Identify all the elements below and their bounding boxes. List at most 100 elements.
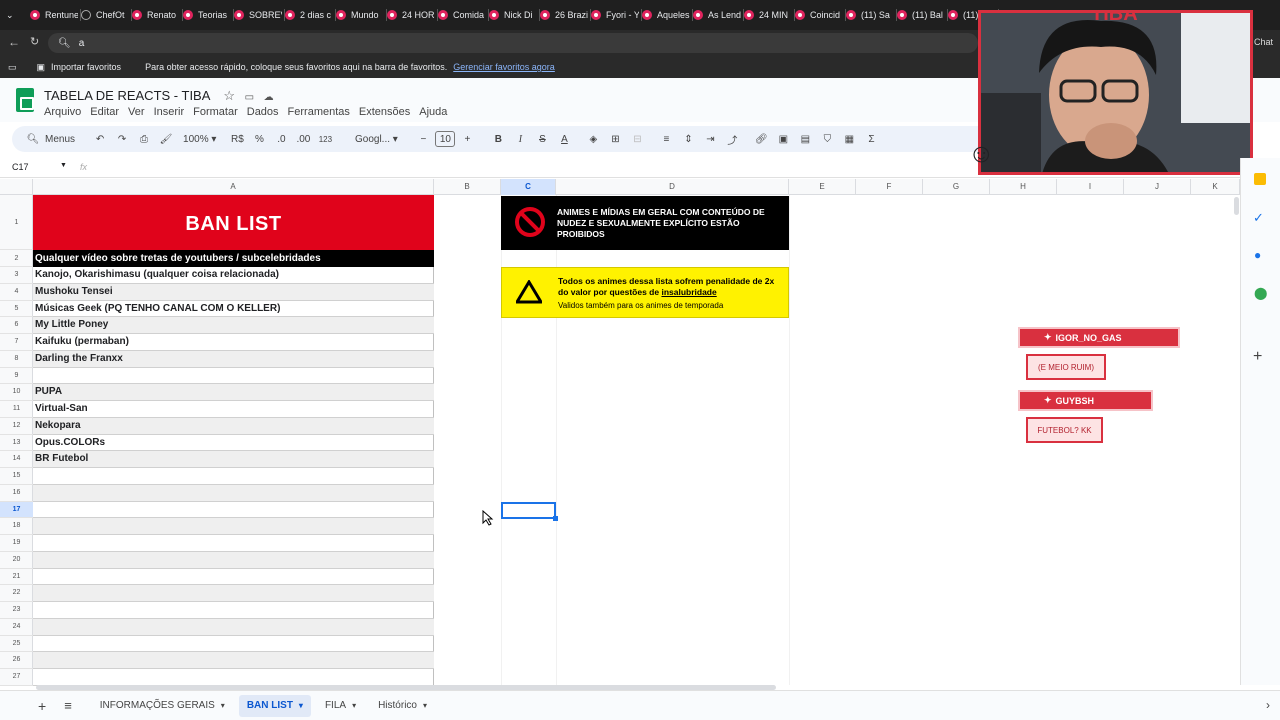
column-header[interactable]: A: [33, 179, 434, 195]
row-header[interactable]: 11: [0, 401, 33, 418]
browser-tab[interactable]: 24 HOR: [387, 0, 435, 30]
row-header[interactable]: 8: [0, 351, 33, 368]
back-icon[interactable]: ←: [8, 35, 20, 49]
menu-item-dados[interactable]: Dados: [247, 106, 279, 118]
filter-views-icon[interactable]: ▦: [839, 129, 859, 149]
font-size-decrease-button[interactable]: −: [413, 129, 433, 149]
browser-tab[interactable]: (11) Sa: [846, 0, 894, 30]
column-header[interactable]: I: [1057, 179, 1124, 195]
sheet-tab-menu-icon[interactable]: ▾: [299, 701, 303, 710]
browser-tab[interactable]: Fyori - Y: [591, 0, 639, 30]
empty-cell[interactable]: [33, 551, 434, 569]
selected-cell-c17[interactable]: [501, 502, 558, 521]
insert-link-icon[interactable]: 🔗︎: [751, 129, 771, 149]
menu-item-ver[interactable]: Ver: [128, 106, 145, 118]
empty-cell[interactable]: [33, 518, 434, 535]
address-bar[interactable]: 🔍︎ a: [48, 33, 978, 53]
tasks-icon[interactable]: ✓: [1253, 210, 1264, 226]
sheet-tab[interactable]: FILA ▾: [317, 695, 364, 717]
add-on-icon[interactable]: +: [1253, 348, 1262, 366]
row-header[interactable]: 14: [0, 451, 33, 468]
browser-tab[interactable]: Rentune: [30, 0, 78, 30]
explore-icon[interactable]: ›: [1266, 698, 1270, 712]
contacts-icon[interactable]: ●: [1254, 248, 1261, 262]
empty-cell[interactable]: [33, 502, 434, 519]
name-box[interactable]: C17: [12, 162, 29, 172]
ban-list-item[interactable]: BR Futebol: [33, 451, 434, 468]
bold-button[interactable]: B: [488, 129, 508, 149]
row-header[interactable]: 4: [0, 284, 33, 301]
menu-item-extensões[interactable]: Extensões: [359, 106, 410, 118]
column-header[interactable]: F: [856, 179, 923, 195]
browser-tab[interactable]: Comida: [438, 0, 486, 30]
doc-title[interactable]: TABELA DE REACTS - TIBA ☆ ▭ ☁: [44, 88, 274, 104]
browser-tab[interactable]: Mundo: [336, 0, 384, 30]
empty-cell[interactable]: [33, 569, 434, 586]
row-header[interactable]: 17: [0, 501, 33, 519]
browser-tab[interactable]: 2 dias c: [285, 0, 333, 30]
borders-icon[interactable]: ⊞: [605, 129, 625, 149]
text-rotation-icon[interactable]: ⤴: [722, 129, 742, 149]
redo-icon[interactable]: ↷: [112, 129, 132, 149]
row-header[interactable]: 27: [0, 669, 33, 686]
browser-tab[interactable]: As Lend: [693, 0, 741, 30]
column-header[interactable]: D: [556, 179, 789, 195]
undo-icon[interactable]: ↶: [90, 129, 110, 149]
vertical-scrollbar[interactable]: [1234, 197, 1239, 215]
import-bookmarks-button[interactable]: Importar favoritos: [51, 62, 121, 72]
ban-list-item[interactable]: Músicas Geek (PQ TENHO CANAL COM O KELLE…: [33, 301, 434, 318]
functions-button[interactable]: Σ: [861, 129, 881, 149]
row-header[interactable]: 23: [0, 602, 33, 619]
add-sheet-icon[interactable]: +: [38, 698, 46, 714]
row-header[interactable]: 1: [0, 195, 33, 250]
sheet-tab-menu-icon[interactable]: ▾: [423, 701, 427, 710]
browser-tab[interactable]: (11) Bal: [897, 0, 945, 30]
zoom-select[interactable]: 100% ▾: [183, 129, 216, 149]
font-family-select[interactable]: Googl... ▾: [346, 129, 406, 149]
browser-tab[interactable]: Nick Di: [489, 0, 537, 30]
vertical-align-icon[interactable]: ⇕: [678, 129, 698, 149]
row-header[interactable]: 10: [0, 384, 33, 401]
star-icon[interactable]: ☆: [223, 88, 235, 103]
menu-item-ferramentas[interactable]: Ferramentas: [288, 106, 350, 118]
italic-button[interactable]: I: [510, 129, 530, 149]
empty-cell[interactable]: [33, 652, 434, 669]
paint-format-icon[interactable]: 🖌︎: [156, 129, 176, 149]
ban-list-item[interactable]: Virtual-San: [33, 401, 434, 418]
empty-cell[interactable]: [33, 535, 434, 552]
merge-cells-icon[interactable]: ⊟: [627, 129, 647, 149]
chat-label[interactable]: Chat: [1254, 37, 1273, 47]
insert-chart-icon[interactable]: ▤: [795, 129, 815, 149]
name-box-dropdown-icon[interactable]: ▼: [60, 162, 67, 169]
increase-decimal-button[interactable]: .00: [293, 129, 313, 149]
ban-list-rule[interactable]: Qualquer vídeo sobre tretas de youtubers…: [33, 250, 434, 267]
menu-item-ajuda[interactable]: Ajuda: [419, 106, 447, 118]
column-header[interactable]: G: [923, 179, 990, 195]
browser-tab[interactable]: Aqueles: [642, 0, 690, 30]
empty-cell[interactable]: [33, 484, 434, 502]
column-header[interactable]: K: [1191, 179, 1240, 195]
strikethrough-button[interactable]: S: [532, 129, 552, 149]
menu-item-arquivo[interactable]: Arquivo: [44, 106, 81, 118]
select-all-corner[interactable]: [0, 179, 33, 195]
row-header[interactable]: 2: [0, 250, 33, 267]
column-header[interactable]: B: [434, 179, 501, 195]
bookmarks-toggle-icon[interactable]: ▭: [8, 62, 17, 73]
reload-icon[interactable]: ↻: [30, 35, 39, 48]
search-menus-icon[interactable]: 🔍︎: [23, 129, 43, 149]
browser-tab[interactable]: SOBREV: [234, 0, 282, 30]
empty-cell[interactable]: [33, 669, 434, 686]
align-left-icon[interactable]: ≡: [656, 129, 676, 149]
sheet-tab[interactable]: Histórico ▾: [370, 695, 435, 717]
browser-tab[interactable]: 24 MIN: [744, 0, 792, 30]
empty-cell[interactable]: [33, 618, 434, 636]
row-header[interactable]: 18: [0, 518, 33, 535]
all-sheets-icon[interactable]: ≡: [64, 698, 72, 713]
empty-cell[interactable]: [33, 468, 434, 485]
ban-list-item[interactable]: Kaifuku (permaban): [33, 334, 434, 351]
empty-cell[interactable]: [33, 636, 434, 653]
menu-item-inserir[interactable]: Inserir: [154, 106, 185, 118]
number-format-button[interactable]: 123: [315, 129, 335, 149]
sheet-tab-menu-icon[interactable]: ▾: [221, 701, 225, 710]
font-size-input[interactable]: 10: [435, 131, 456, 147]
